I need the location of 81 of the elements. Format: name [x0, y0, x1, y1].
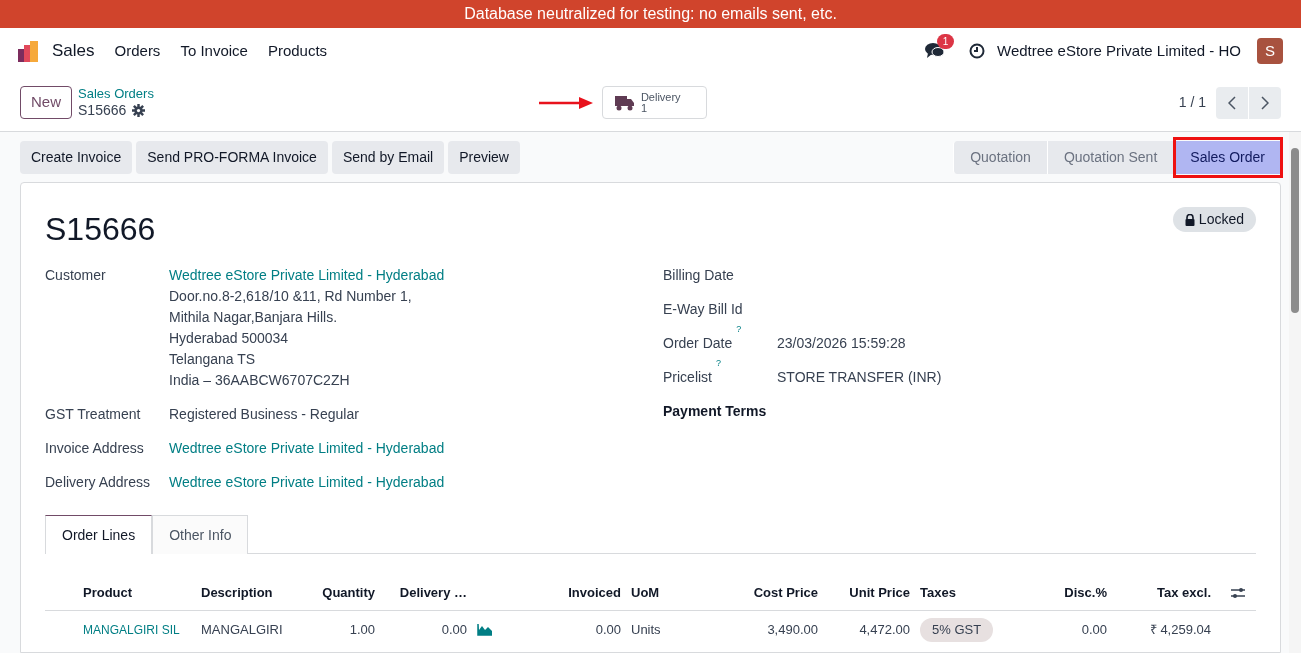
table-cell-text: 4,472.00 [858, 621, 910, 640]
table-cell-text: ₹ 4,259.04 [1148, 621, 1211, 640]
table-cell-text: 0.00 [440, 621, 467, 640]
field-value: Registered Business - Regular [169, 405, 359, 424]
delivery-smart-button[interactable]: Delivery 1 [601, 86, 707, 119]
next-button[interactable] [1249, 86, 1281, 119]
record-name: S15666 [78, 101, 127, 120]
column-header[interactable]: Disc.% [1010, 583, 1107, 603]
field-label: Invoice Address [45, 439, 145, 458]
column-header[interactable]: Tax excl. [1107, 583, 1211, 603]
column-header[interactable]: Product [83, 583, 191, 603]
table-cell-text: Units [630, 621, 662, 640]
previous-button[interactable] [1216, 86, 1248, 119]
field-label: Pricelist [663, 368, 712, 387]
table-cell-text: 1.00 [348, 621, 375, 640]
notification-count: 1 [937, 34, 954, 49]
lock-icon [1184, 213, 1195, 226]
column-header[interactable]: Unit Price [818, 583, 910, 603]
partner-link[interactable]: Wedtree eStore Private Limited - Hyderabad [169, 472, 445, 493]
field-label: E-Way Bill Id [663, 300, 743, 319]
delivery-count: 1 [640, 102, 647, 114]
new-button[interactable]: New [20, 86, 72, 119]
record-title: S15666 [45, 213, 156, 245]
partner-link[interactable]: Wedtree eStore Private Limited - Hyderabad [169, 265, 445, 286]
app-name[interactable]: Sales [52, 38, 95, 64]
menu-item[interactable]: To Invoice [180, 39, 248, 63]
company-name[interactable]: Wedtree eStore Private Limited - HO [997, 39, 1241, 63]
status-stage[interactable]: Quotation Sent [1046, 140, 1174, 174]
column-header[interactable]: Description [191, 583, 288, 603]
field-label: Delivery Address [45, 473, 152, 492]
field-value: 23/03/2026 15:59:28 [777, 334, 906, 353]
menu-item[interactable]: Orders [114, 39, 161, 63]
action-button[interactable]: Send by Email [331, 140, 445, 174]
field-label: Order Date [663, 334, 733, 353]
column-header[interactable]: Invoiced [500, 583, 621, 603]
form-tab[interactable]: Other Info [152, 515, 249, 554]
delivery-label: Delivery [640, 91, 681, 103]
chevron-right-icon [1261, 95, 1269, 110]
field-label: GST Treatment [45, 405, 142, 424]
column-header[interactable]: Cost Price [700, 583, 818, 603]
table-cell-text: 0.00 [594, 621, 621, 640]
action-button[interactable]: Send PRO-FORMA Invoice [136, 140, 328, 174]
field-value: STORE TRANSFER (INR) [777, 368, 942, 387]
table-cell-text: MANGALGIRI [200, 621, 284, 640]
address-line: Door.no.8-2,618/10 &11, Rd Number 1, [169, 287, 413, 306]
action-button[interactable]: Create Invoice [20, 140, 133, 174]
app-logo-icon[interactable] [18, 40, 40, 62]
status-stage[interactable]: Sales Order [1173, 140, 1281, 174]
field-label: Billing Date [663, 266, 734, 285]
clock-icon[interactable] [969, 43, 985, 59]
partner-link[interactable]: Wedtree eStore Private Limited - Hyderabad [169, 438, 445, 459]
column-header[interactable]: Delivery … [375, 583, 467, 603]
column-header[interactable]: Taxes [910, 583, 1010, 603]
address-line: India – 36AABCW6707C2ZH [169, 371, 351, 390]
column-header[interactable]: UoM [621, 583, 700, 603]
locked-badge: Locked [1172, 207, 1256, 232]
breadcrumb-link[interactable]: Sales Orders [78, 85, 154, 102]
pager-value: 1 / 1 [1178, 93, 1206, 112]
status-stage[interactable]: Quotation [953, 140, 1047, 174]
tax-tag: 5% GST [920, 618, 994, 642]
form-tab[interactable]: Order Lines [45, 515, 153, 554]
forecast-chart-icon[interactable] [477, 624, 493, 636]
table-cell-text: 0.00 [1080, 621, 1107, 640]
address-line: Mithila Nagar,Banjara Hills. [169, 308, 339, 327]
settings-icon[interactable] [132, 104, 146, 118]
column-settings-icon[interactable] [1231, 587, 1245, 599]
scrollbar[interactable] [1289, 132, 1301, 653]
annotation-arrow [538, 96, 593, 109]
field-label: Customer [45, 266, 107, 285]
address-line: Telangana TS [169, 350, 257, 369]
truck-icon [614, 94, 635, 111]
user-avatar[interactable]: S [1257, 38, 1283, 64]
address-line: Hyderabad 500034 [169, 329, 290, 348]
chevron-left-icon [1228, 95, 1236, 110]
field-label: Payment Terms [663, 402, 767, 421]
menu-item[interactable]: Products [267, 39, 328, 63]
action-button[interactable]: Preview [448, 140, 520, 174]
column-header[interactable]: Quantity [288, 583, 375, 603]
product-link[interactable]: MANGALGIRI SIL [83, 623, 180, 638]
table-cell-text: 3,490.00 [766, 621, 818, 640]
testing-banner: Database neutralized for testing: no emails sent, etc. [0, 0, 1301, 28]
